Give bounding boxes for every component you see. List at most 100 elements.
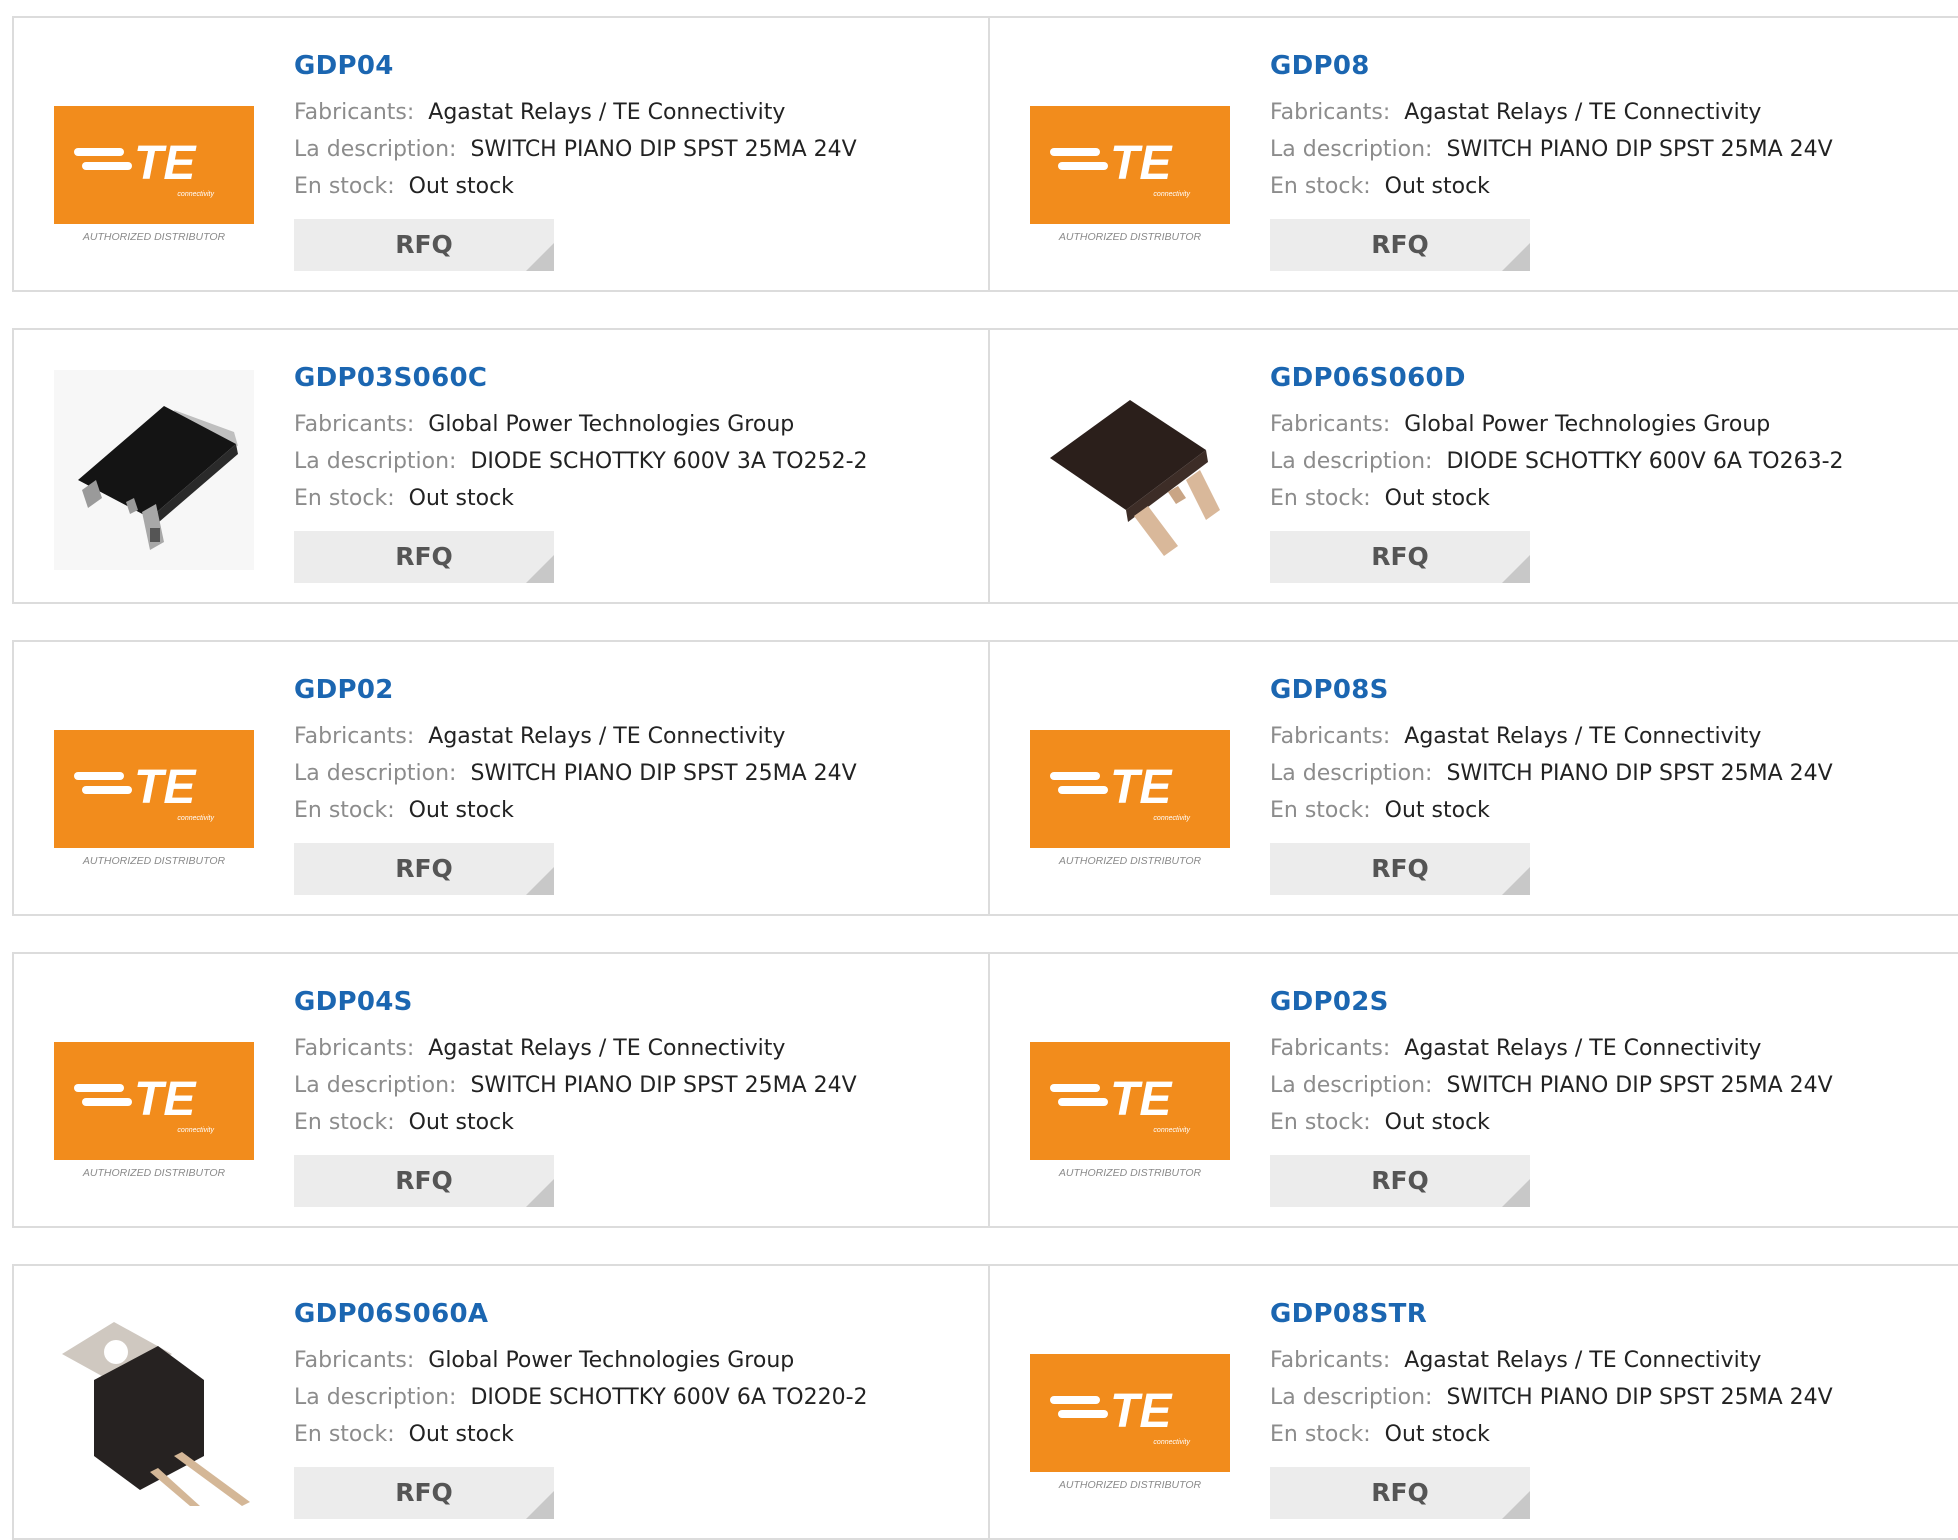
manufacturer-row: Fabricants: Agastat Relays / TE Connectiv… <box>1270 1030 1833 1067</box>
rfq-button[interactable]: RFQ <box>294 219 554 271</box>
manufacturer-row: Fabricants: Agastat Relays / TE Connectiv… <box>294 94 857 131</box>
product-info: GDP04 Fabricants: Agastat Relays / TE Con… <box>294 48 857 271</box>
description-value: DIODE SCHOTTKY 600V 6A TO263-2 <box>1446 449 1844 474</box>
stock-label: En stock: <box>294 1110 395 1135</box>
product-info: GDP04S Fabricants: Agastat Relays / TE Co… <box>294 984 857 1207</box>
corner-triangle-icon <box>1502 555 1530 583</box>
product-image[interactable] <box>1030 370 1230 570</box>
part-number-link[interactable]: GDP08STR <box>1270 1296 1833 1332</box>
logo-tagline: connectivity <box>1153 1127 1190 1134</box>
manufacturer-label: Fabricants: <box>294 412 415 437</box>
part-number-link[interactable]: GDP06S060D <box>1270 360 1844 396</box>
manufacturer-row: Fabricants: Agastat Relays / TE Connectiv… <box>1270 718 1833 755</box>
product-image[interactable] <box>54 1306 254 1506</box>
part-number-link[interactable]: GDP04 <box>294 48 857 84</box>
description-label: La description: <box>1270 1385 1433 1410</box>
stock-label: En stock: <box>1270 1422 1371 1447</box>
stock-label: En stock: <box>1270 174 1371 199</box>
description-label: La description: <box>294 1073 457 1098</box>
logo-caption: AUTHORIZED DISTRIBUTOR <box>1058 1167 1202 1179</box>
stock-value: Out stock <box>1384 486 1490 511</box>
manufacturer-label: Fabricants: <box>294 724 415 749</box>
rfq-label: RFQ <box>395 1478 453 1507</box>
logo-tagline: connectivity <box>177 1127 214 1134</box>
to252-package-icon <box>54 370 254 570</box>
description-label: La description: <box>294 1385 457 1410</box>
rfq-button[interactable]: RFQ <box>1270 843 1530 895</box>
product-image[interactable]: TE connectivity AUTHORIZED DISTRIBUTOR <box>1030 58 1230 258</box>
product-image[interactable]: TE connectivity AUTHORIZED DISTRIBUTOR <box>1030 994 1230 1194</box>
product-card: TE connectivity AUTHORIZED DISTRIBUTOR GDP… <box>990 642 1958 914</box>
rfq-label: RFQ <box>395 542 453 571</box>
manufacturer-label: Fabricants: <box>294 100 415 125</box>
product-image[interactable]: TE connectivity AUTHORIZED DISTRIBUTOR <box>54 58 254 258</box>
rfq-button[interactable]: RFQ <box>294 531 554 583</box>
stock-value: Out stock <box>1384 1422 1490 1447</box>
te-logo-icon: TEconnectivity AUTHORIZED DISTRIBUTOR <box>1030 106 1230 243</box>
product-image[interactable]: TE connectivity AUTHORIZED DISTRIBUTOR <box>1030 682 1230 882</box>
pin <box>1186 470 1220 520</box>
manufacturer-label: Fabricants: <box>294 1348 415 1373</box>
product-card: TE connectivity AUTHORIZED DISTRIBUTOR GDP… <box>990 1266 1958 1538</box>
rfq-button[interactable]: RFQ <box>294 1155 554 1207</box>
product-info: GDP03S060C Fabricants: Global Power Techn… <box>294 360 868 583</box>
description-row: La description: SWITCH PIANO DIP SPST 25M… <box>294 131 857 168</box>
rfq-label: RFQ <box>1371 1478 1429 1507</box>
logo-stripe <box>1058 786 1108 794</box>
description-value: DIODE SCHOTTKY 600V 6A TO220-2 <box>470 1385 868 1410</box>
description-label: La description: <box>294 137 457 162</box>
product-image[interactable]: TE connectivity AUTHORIZED DISTRIBUTOR <box>54 994 254 1194</box>
rfq-label: RFQ <box>1371 1166 1429 1195</box>
stock-value: Out stock <box>408 1110 514 1135</box>
rfq-button[interactable]: RFQ <box>1270 1155 1530 1207</box>
product-info: GDP02S Fabricants: Agastat Relays / TE Co… <box>1270 984 1833 1207</box>
rfq-button[interactable]: RFQ <box>294 1467 554 1519</box>
description-row: La description: SWITCH PIANO DIP SPST 25M… <box>1270 755 1833 792</box>
stock-value: Out stock <box>408 486 514 511</box>
part-number-link[interactable]: GDP06S060A <box>294 1296 868 1332</box>
rfq-button[interactable]: RFQ <box>1270 531 1530 583</box>
manufacturer-value: Agastat Relays / TE Connectivity <box>1404 724 1762 749</box>
logo-mark: TE <box>134 137 197 190</box>
part-number-link[interactable]: GDP08 <box>1270 48 1833 84</box>
part-number-link[interactable]: GDP03S060C <box>294 360 868 396</box>
corner-triangle-icon <box>526 867 554 895</box>
logo-stripe <box>1058 162 1108 170</box>
logo-tagline: connectivity <box>177 191 214 198</box>
product-image[interactable]: TE connectivity AUTHORIZED DISTRIBUTOR <box>1030 1306 1230 1506</box>
description-label: La description: <box>294 761 457 786</box>
description-value: SWITCH PIANO DIP SPST 25MA 24V <box>1446 1385 1833 1410</box>
logo-stripe <box>74 1084 124 1092</box>
rfq-button[interactable]: RFQ <box>1270 1467 1530 1519</box>
manufacturer-row: Fabricants: Agastat Relays / TE Connectiv… <box>294 718 857 755</box>
description-label: La description: <box>1270 761 1433 786</box>
product-row: TE connectivity AUTHORIZED DISTRIBUTOR GDP… <box>12 640 1958 916</box>
logo-tagline: connectivity <box>1153 1439 1190 1446</box>
manufacturer-value: Agastat Relays / TE Connectivity <box>428 100 786 125</box>
rfq-button[interactable]: RFQ <box>294 843 554 895</box>
part-number-link[interactable]: GDP02S <box>1270 984 1833 1020</box>
stock-row: En stock: Out stock <box>294 1104 857 1141</box>
logo-tagline: connectivity <box>1153 191 1190 198</box>
product-card: GDP06S060A Fabricants: Global Power Techn… <box>12 1266 990 1538</box>
manufacturer-label: Fabricants: <box>294 1036 415 1061</box>
manufacturer-row: Fabricants: Global Power Technologies Gro… <box>294 406 868 443</box>
corner-triangle-icon <box>1502 243 1530 271</box>
logo-caption: AUTHORIZED DISTRIBUTOR <box>82 231 226 243</box>
logo-mark: TE <box>1110 137 1173 190</box>
manufacturer-row: Fabricants: Global Power Technologies Gro… <box>1270 406 1844 443</box>
stock-label: En stock: <box>1270 798 1371 823</box>
stock-value: Out stock <box>408 1422 514 1447</box>
description-label: La description: <box>1270 449 1433 474</box>
product-image[interactable]: TE connectivity AUTHORIZED DISTRIBUTOR <box>54 682 254 882</box>
description-row: La description: DIODE SCHOTTKY 600V 6A TO… <box>1270 443 1844 480</box>
product-image[interactable] <box>54 370 254 570</box>
part-number-link[interactable]: GDP02 <box>294 672 857 708</box>
rfq-button[interactable]: RFQ <box>1270 219 1530 271</box>
part-number-link[interactable]: GDP08S <box>1270 672 1833 708</box>
part-number-link[interactable]: GDP04S <box>294 984 857 1020</box>
manufacturer-row: Fabricants: Agastat Relays / TE Connectiv… <box>1270 1342 1833 1379</box>
description-row: La description: SWITCH PIANO DIP SPST 25M… <box>294 1067 857 1104</box>
rfq-label: RFQ <box>1371 230 1429 259</box>
description-label: La description: <box>1270 1073 1433 1098</box>
